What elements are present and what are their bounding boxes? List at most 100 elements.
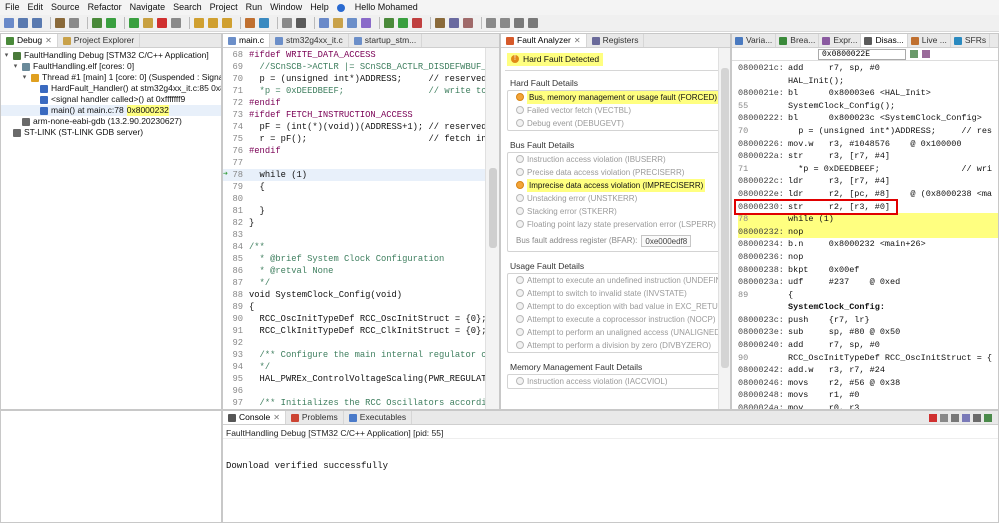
disassembly-line: SystemClock_Config: [738, 301, 998, 314]
tab-sfrs[interactable]: SFRs [951, 34, 991, 47]
debug-tree-item[interactable]: ▾ FaultHandling.elf [cores: 0] [1, 61, 221, 72]
address-input[interactable] [818, 48, 906, 60]
close-icon[interactable]: ✕ [273, 411, 280, 424]
run-icon[interactable] [106, 18, 116, 28]
bfar-row: Bus fault address register (BFAR): 0xe00… [508, 231, 723, 251]
step-over-icon[interactable] [208, 18, 218, 28]
resume-icon[interactable] [129, 18, 139, 28]
tab-expressions[interactable]: Expr... [819, 34, 862, 47]
code-text: } [249, 218, 255, 228]
code-text: r = pF(); // fetch inst [249, 134, 485, 144]
debug-tree-item[interactable]: arm-none-eabi-gdb (13.2.90.20230627) [1, 116, 221, 127]
tab-main-c[interactable]: main.c [223, 34, 271, 47]
disassembly-view[interactable]: 0800021c: add r7, sp, #0 HAL_Init(); 080002… [732, 61, 998, 409]
menu-item-edit[interactable]: Edit [24, 0, 48, 15]
menu-item-window[interactable]: Window [266, 0, 306, 15]
menu-item-project[interactable]: Project [206, 0, 242, 15]
code-editor[interactable]: 68 #ifdef WRITE_DATA_ACCESS 69 //SCnSCB->A… [223, 48, 485, 409]
instruction-step-icon[interactable] [245, 18, 255, 28]
tab-console[interactable]: Console ✕ [223, 411, 286, 424]
scroll-lock-icon[interactable] [962, 414, 970, 422]
scrollbar-thumb[interactable] [489, 168, 497, 248]
open-element-icon[interactable] [463, 18, 473, 28]
tab-debug[interactable]: Debug ✕ [1, 34, 58, 47]
debug-tree-item[interactable]: ▾ FaultHandling Debug [STM32 C/C++ Applic… [1, 50, 221, 61]
annotation-prev-icon[interactable] [486, 18, 496, 28]
tab-variables[interactable]: Varia... [732, 34, 777, 47]
tab-project-explorer[interactable]: Project Explorer [58, 34, 141, 47]
header-file-icon[interactable] [361, 18, 371, 28]
menu-item-file[interactable]: File [0, 0, 24, 15]
fault-scrollbar[interactable] [718, 48, 730, 409]
terminate-icon[interactable] [157, 18, 167, 28]
annotation-next-icon[interactable] [500, 18, 510, 28]
close-icon[interactable]: ✕ [45, 34, 52, 47]
fault-item: Instruction access violation (IACCVIOL) [508, 375, 723, 388]
debug-tree-item[interactable]: <signal handler called>() at 0xfffffff9 [1, 94, 221, 105]
close-icon[interactable]: ✕ [574, 34, 581, 47]
menu-item-navigate[interactable]: Navigate [126, 0, 170, 15]
tab-registers[interactable]: Registers [587, 34, 645, 47]
tab-startup[interactable]: startup_stm... [349, 34, 423, 47]
tab-breakpoints[interactable]: Brea... [776, 34, 820, 47]
disassembly-line: 89 { [738, 289, 998, 302]
menu-item-help[interactable]: Help [306, 0, 333, 15]
tab-executables[interactable]: Executables [344, 411, 413, 424]
tab-live-expressions[interactable]: Live ... [908, 34, 951, 47]
tab-fault-analyzer[interactable]: Fault Analyzer ✕ [501, 34, 587, 47]
restart-icon[interactable] [259, 18, 269, 28]
link-icon[interactable] [922, 50, 930, 58]
scrollbar-thumb[interactable] [721, 68, 729, 368]
expand-toggle-icon[interactable]: ▾ [12, 61, 19, 72]
debug-tree-item[interactable]: HardFault_Handler() at stm32g4xx_it.c:85… [1, 83, 221, 94]
line-number: 80 [232, 194, 243, 204]
save-all-icon[interactable] [32, 18, 42, 28]
pin-icon[interactable] [973, 414, 981, 422]
external-tools-icon[interactable] [412, 18, 422, 28]
executables-icon [348, 413, 357, 422]
new-icon[interactable] [4, 18, 14, 28]
open-type-icon[interactable] [449, 18, 459, 28]
build-target-icon[interactable] [435, 18, 445, 28]
search-icon[interactable] [282, 18, 292, 28]
debug-config-icon[interactable] [384, 18, 394, 28]
debug-tree-item[interactable]: ST-LINK (ST-LINK GDB server) [1, 127, 221, 138]
clear-console-icon[interactable] [951, 414, 959, 422]
menu-item-search[interactable]: Search [169, 0, 206, 15]
menu-item-refactor[interactable]: Refactor [84, 0, 126, 15]
go-icon[interactable] [910, 50, 918, 58]
run-config-icon[interactable] [398, 18, 408, 28]
menu-item-run[interactable]: Run [242, 0, 267, 15]
step-into-icon[interactable] [194, 18, 204, 28]
bfar-value-field[interactable]: 0xe000edf8 [641, 234, 692, 247]
expand-toggle-icon[interactable]: ▾ [3, 50, 10, 61]
code-line: 93 /** Configure the main internal regul… [223, 349, 485, 361]
forward-icon[interactable] [528, 18, 538, 28]
tab-disassembly[interactable]: Disas... [861, 34, 908, 47]
c-file-icon[interactable] [347, 18, 357, 28]
expand-toggle-icon[interactable]: ▾ [21, 72, 28, 83]
menu-item-source[interactable]: Source [47, 0, 84, 15]
remove-launch-icon[interactable] [940, 414, 948, 422]
folder-icon[interactable] [333, 18, 343, 28]
step-return-icon[interactable] [222, 18, 232, 28]
display-selected-icon[interactable] [984, 414, 992, 422]
code-line: 90 RCC_OscInitTypeDef RCC_OscInitStruct … [223, 313, 485, 325]
expressions-icon [822, 36, 831, 45]
disassembly-line: 08000248: movs r1, #0 [738, 389, 998, 402]
debug-icon[interactable] [92, 18, 102, 28]
clean-icon[interactable] [69, 18, 79, 28]
debug-tree-item[interactable]: ▾ Thread #1 [main] 1 [core: 0] (Suspended… [1, 72, 221, 83]
suspend-icon[interactable] [143, 18, 153, 28]
debug-tree-item[interactable]: main() at main.c:78 0x8000232 [1, 105, 221, 116]
tab-problems[interactable]: Problems [286, 411, 344, 424]
console-icon[interactable] [296, 18, 306, 28]
back-icon[interactable] [514, 18, 524, 28]
disconnect-icon[interactable] [171, 18, 181, 28]
build-icon[interactable] [55, 18, 65, 28]
tab-stm32g4xx-it[interactable]: stm32g4xx_it.c [270, 34, 349, 47]
save-icon[interactable] [18, 18, 28, 28]
new-file-icon[interactable] [319, 18, 329, 28]
terminate-icon[interactable] [929, 414, 937, 422]
editor-scrollbar[interactable] [485, 48, 499, 409]
